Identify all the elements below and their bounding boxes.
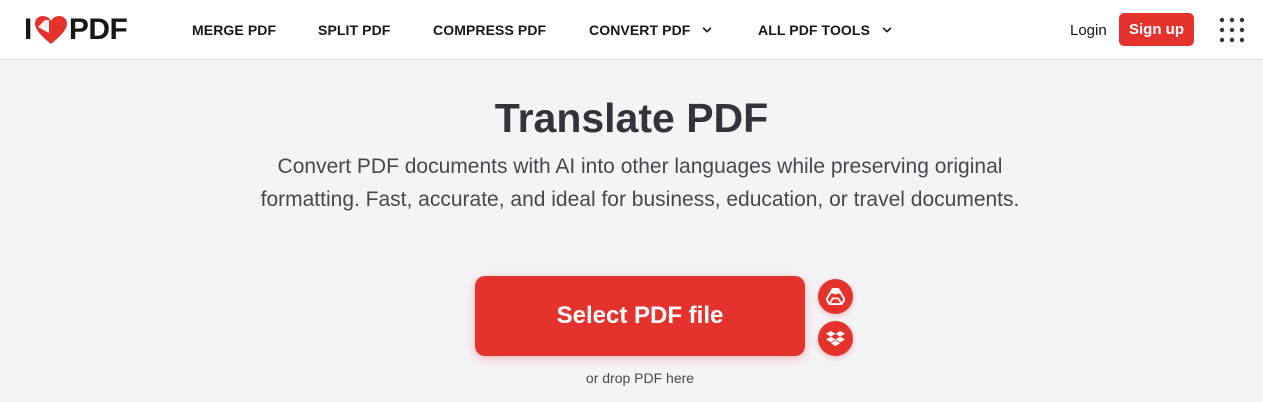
signup-button[interactable]: Sign up: [1119, 13, 1194, 46]
nav-merge-pdf[interactable]: MERGE PDF: [192, 0, 276, 60]
nav-convert-pdf[interactable]: CONVERT PDF: [589, 0, 712, 60]
nav-compress-pdf[interactable]: COMPRESS PDF: [433, 0, 546, 60]
logo-suffix: PDF: [68, 13, 128, 46]
page-title: Translate PDF: [494, 95, 769, 141]
select-pdf-button[interactable]: Select PDF file: [475, 276, 805, 356]
page-description: Convert PDF documents with AI into other…: [260, 155, 1020, 211]
nav-label: ALL PDF TOOLS: [758, 22, 871, 38]
nav-label: MERGE PDF: [192, 22, 277, 38]
dropbox-button[interactable]: [818, 321, 853, 356]
ilovepdf-logo[interactable]: I PDF: [24, 13, 128, 46]
login-link[interactable]: Login: [1070, 0, 1107, 60]
top-header: I PDF MERGE PDF SPLIT PDF COMPRESS PDF C…: [0, 0, 1263, 60]
logo-prefix: I: [24, 13, 32, 46]
grid-icon[interactable]: [1218, 16, 1246, 44]
nav-label: SPLIT PDF: [318, 22, 391, 38]
nav-label: CONVERT PDF: [589, 22, 691, 38]
drop-hint: or drop PDF here: [585, 370, 695, 386]
google-drive-button[interactable]: [818, 279, 853, 314]
nav-all-pdf-tools[interactable]: ALL PDF TOOLS: [758, 0, 892, 60]
chevron-down-icon: [882, 27, 892, 33]
nav-split-pdf[interactable]: SPLIT PDF: [318, 0, 390, 60]
dropbox-icon: [826, 330, 845, 347]
nav-label: COMPRESS PDF: [433, 22, 547, 38]
chevron-down-icon: [703, 27, 712, 33]
google-drive-icon: [826, 288, 845, 305]
heart-icon: [34, 16, 67, 44]
